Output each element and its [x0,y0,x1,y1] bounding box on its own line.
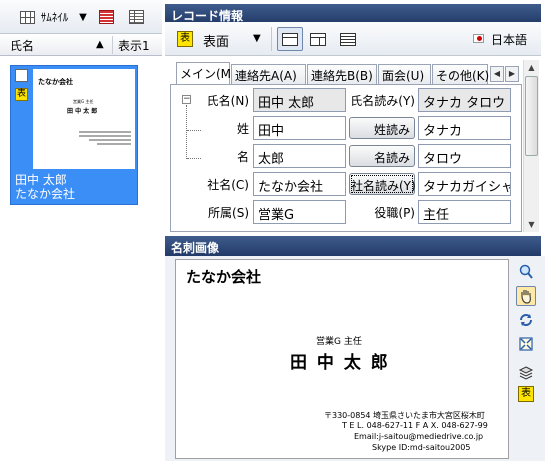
face-badge: 表 [177,31,193,47]
table-view-button[interactable] [94,5,118,29]
scroll-up-icon[interactable]: ▲ [524,60,539,75]
language-label[interactable]: 日本語 [491,31,527,48]
card-item-name: 田中 太郎 [15,173,67,187]
card-image: たなか会社 営業G 主任 田 中 太 郎 〒330-0854 埼玉県さいたま市大… [175,259,509,459]
record-pane: レコード情報 表 表面 ▼ 日本語 メイン(M) 連絡先A(A) 連絡先B(B)… [165,0,545,461]
last-name-label: 姓 [236,122,249,136]
first-name-label: 名 [236,150,249,164]
select-checkbox[interactable] [15,69,28,82]
company-field[interactable]: たなか会社 [253,172,346,196]
split-card-icon [310,32,326,46]
collapse-toggle[interactable]: − [182,95,191,104]
thumb-name: 田 中 太 郎 [67,108,98,115]
card-image-skype: Skype ID:md-saitou2005 [372,443,471,452]
company-label: 社名(C) [207,178,249,192]
position-label: 役職(P) [374,206,415,220]
card-list-item[interactable]: 表 たなか会社 営業G 主任 田 中 太 郎 田中 太郎 たなか会社 [10,65,138,205]
first-name-reading-button[interactable]: 名読み [349,145,415,167]
layers-icon[interactable] [516,362,536,382]
first-name-field[interactable]: 太郎 [253,144,346,168]
last-name-reading-button[interactable]: 姓読み [349,117,415,139]
list-icon [340,32,356,46]
card-icon [282,32,298,46]
name-reading-label: 氏名読み(Y) [350,94,415,108]
hand-icon[interactable] [516,286,536,306]
position-field[interactable]: 主任 [418,200,511,224]
card-image-title: 名刺画像 [165,236,541,256]
tab-scroll-right-button[interactable]: ▶ [505,66,519,82]
thumb-text-line [79,131,131,133]
thumb-title: 営業G 主任 [73,99,94,104]
thumb-text-line [97,143,131,145]
card-image-pane: たなか会社 営業G 主任 田 中 太 郎 〒330-0854 埼玉県さいたま市大… [165,256,545,461]
card-list-pane: ｻﾑﾈｲﾙ ▼ 氏名 ▲ 表示1 表 たなか会社 営業G 主任 田 中 太 郎 … [0,0,162,461]
face-badge: 表 [15,88,28,101]
name-field[interactable]: 田中 太郎 [253,88,346,112]
rotate-icon[interactable] [516,310,536,330]
card-item-company: たなか会社 [15,187,76,201]
record-info-title: レコード情報 [165,4,541,24]
card-image-name: 田 中 太 郎 [290,353,390,373]
column-display1-header[interactable]: 表示1 [118,37,150,54]
thumbnail-icon [19,10,35,24]
thumb-text-line [79,135,131,137]
japan-flag-icon [473,34,484,43]
tab-contact-a[interactable]: 連絡先A(A) [231,64,306,84]
list-view-button[interactable] [124,5,148,29]
thumb-company: たなか会社 [38,78,73,86]
name-label: 氏名(N) [206,94,249,108]
thumbnail-view-label: ｻﾑﾈｲﾙ [40,11,69,24]
department-field[interactable]: 営業G [253,200,346,224]
column-name-header[interactable]: 氏名 [10,37,34,54]
last-name-reading-field[interactable]: タナカ [418,116,511,140]
card-image-phone: T E L. 048-627-11 F A X. 048-627-99 [342,421,488,430]
split-view-button[interactable] [305,27,331,51]
scroll-down-icon[interactable]: ▼ [524,217,539,232]
sort-asc-icon: ▲ [96,39,104,50]
name-reading-field[interactable]: タナカ タロウ [418,88,511,112]
list-icon [128,10,144,24]
thumb-text-line [89,139,131,141]
side-select[interactable]: 表面 [203,31,229,50]
company-reading-field[interactable]: タナカガイシャ [418,172,511,196]
toolbar-separator [271,27,272,51]
tab-main[interactable]: メイン(M) [176,62,236,84]
card-view-button[interactable] [277,27,303,51]
tab-meeting[interactable]: 面会(U) [378,64,431,84]
list-column-header: 氏名 ▲ 表示1 [0,34,162,56]
company-reading-button[interactable]: 社名読み(Y) [349,173,416,195]
zoom-icon[interactable] [516,262,536,282]
form-scrollbar[interactable]: ▲ ▼ [523,60,539,232]
list-toolbar: ｻﾑﾈｲﾙ ▼ [0,0,162,34]
last-name-field[interactable]: 田中 [253,116,346,140]
column-divider[interactable] [112,36,113,54]
thumbnail-view-button[interactable]: ｻﾑﾈｲﾙ [8,5,80,29]
tab-other[interactable]: その他(K) [432,64,489,84]
scrollbar-thumb[interactable] [525,76,538,156]
card-image-company: たなか会社 [186,268,262,286]
fit-icon[interactable] [516,334,536,354]
face-badge[interactable]: 表 [518,386,534,402]
list-view-button[interactable] [335,27,361,51]
chevron-down-icon[interactable]: ▼ [76,5,90,29]
tree-line [186,105,187,159]
tab-scroll-left-button[interactable]: ◀ [490,66,504,82]
image-tools: 表 [514,260,538,460]
record-toolbar: 表 表面 ▼ 日本語 [165,22,541,56]
card-image-email: Email:j-saitou@mediedrive.co.jp [354,432,484,441]
table-red-icon [98,10,114,24]
first-name-reading-field[interactable]: タロウ [418,144,511,168]
main-form: − 氏名(N) 田中 太郎 氏名読み(Y) タナカ タロウ 姓 田中 姓読み タ… [170,84,522,232]
tab-contact-b[interactable]: 連絡先B(B) [307,64,377,84]
chevron-down-icon[interactable]: ▼ [253,33,261,44]
card-image-address: 〒330-0854 埼玉県さいたま市大宮区桜木町 [324,411,485,420]
department-label: 所属(S) [208,206,249,220]
card-image-title: 営業G 主任 [316,337,362,347]
record-tabs: メイン(M) 連絡先A(A) 連絡先B(B) 面会(U) その他(K) ◀ ▶ … [170,60,541,232]
card-thumbnail: たなか会社 営業G 主任 田 中 太 郎 [33,69,135,169]
